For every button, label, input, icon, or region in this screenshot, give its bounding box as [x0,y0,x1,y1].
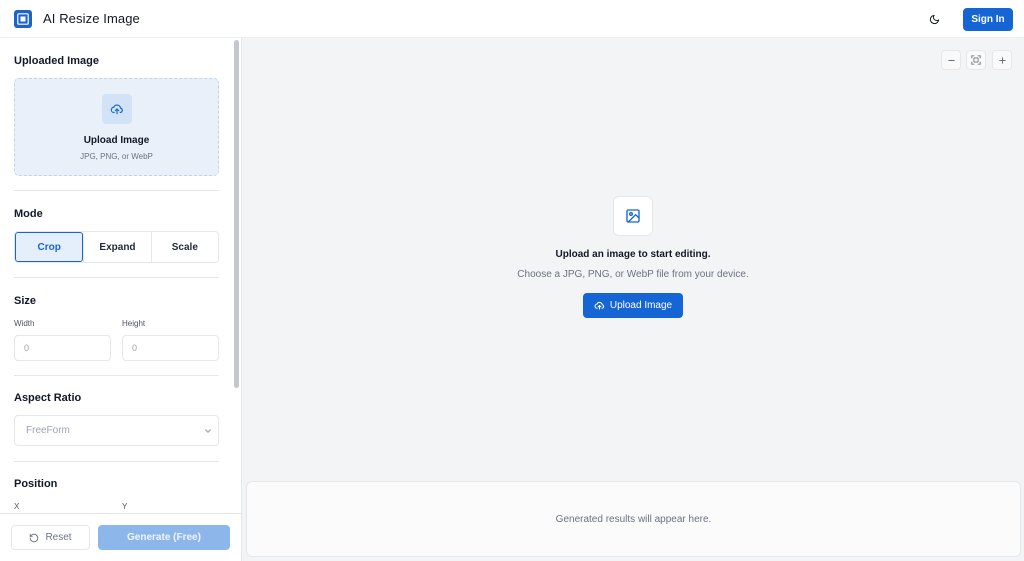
width-input[interactable] [14,335,111,361]
upload-image-button[interactable]: Upload Image [583,293,683,318]
top-header: AI Resize Image Sign In [0,0,1024,38]
plus-icon [998,56,1006,64]
aspect-ratio-value: FreeForm [26,425,70,436]
sidebar-footer: Reset Generate (Free) [0,513,241,561]
reset-label: Reset [45,532,72,543]
app-title: AI Resize Image [43,11,140,26]
settings-sidebar: Uploaded Image Upload Image JPG, PNG, or… [0,38,242,561]
mode-segmented-control: Crop Expand Scale [14,231,219,263]
fit-screen-icon [971,55,981,65]
uploaded-image-title: Uploaded Image [14,55,99,67]
mode-crop-button[interactable]: Crop [15,232,84,262]
image-placeholder-icon [613,196,653,236]
height-input[interactable] [122,335,219,361]
dropzone-title: Upload Image [83,135,150,146]
zoom-in-button[interactable] [992,50,1012,70]
position-title: Position [14,478,58,490]
aspect-ratio-select[interactable]: FreeForm [14,415,219,446]
generate-button[interactable]: Generate (Free) [98,525,230,550]
results-panel: Generated results will appear here. [246,481,1021,557]
editor-canvas: Upload an image to start editing. Choose… [242,38,1024,561]
empty-state-title: Upload an image to start editing. [555,249,711,260]
section-divider [14,375,219,376]
fit-to-screen-button[interactable] [966,50,986,70]
sign-in-button[interactable]: Sign In [963,8,1013,31]
size-title: Size [14,295,37,307]
upload-image-label: Upload Image [609,300,673,311]
mode-scale-button[interactable]: Scale [150,232,218,262]
section-divider [14,277,219,278]
cloud-upload-icon [102,94,132,124]
rotate-ccw-icon [30,533,39,542]
minus-icon [947,59,955,61]
chevron-down-icon [205,429,211,433]
height-label: Height [122,319,146,328]
sidebar-scrollbar[interactable] [234,40,239,388]
cloud-upload-icon [594,301,604,310]
mode-expand-button[interactable]: Expand [83,232,150,262]
aspect-ratio-title: Aspect Ratio [14,392,82,404]
dropzone-subtitle: JPG, PNG, or WebP [80,152,153,161]
y-label: Y [122,502,128,511]
width-label: Width [14,319,35,328]
reset-button[interactable]: Reset [11,525,90,550]
section-divider [14,461,219,462]
section-divider [14,190,219,191]
empty-state-subtitle: Choose a JPG, PNG, or WebP file from you… [517,269,749,280]
mode-title: Mode [14,208,43,220]
results-placeholder-text: Generated results will appear here. [555,514,712,525]
zoom-out-button[interactable] [941,50,961,70]
app-logo-icon [14,10,32,28]
x-label: X [14,502,20,511]
theme-toggle-moon-icon[interactable] [924,9,944,29]
image-dropzone[interactable]: Upload Image JPG, PNG, or WebP [14,78,219,176]
